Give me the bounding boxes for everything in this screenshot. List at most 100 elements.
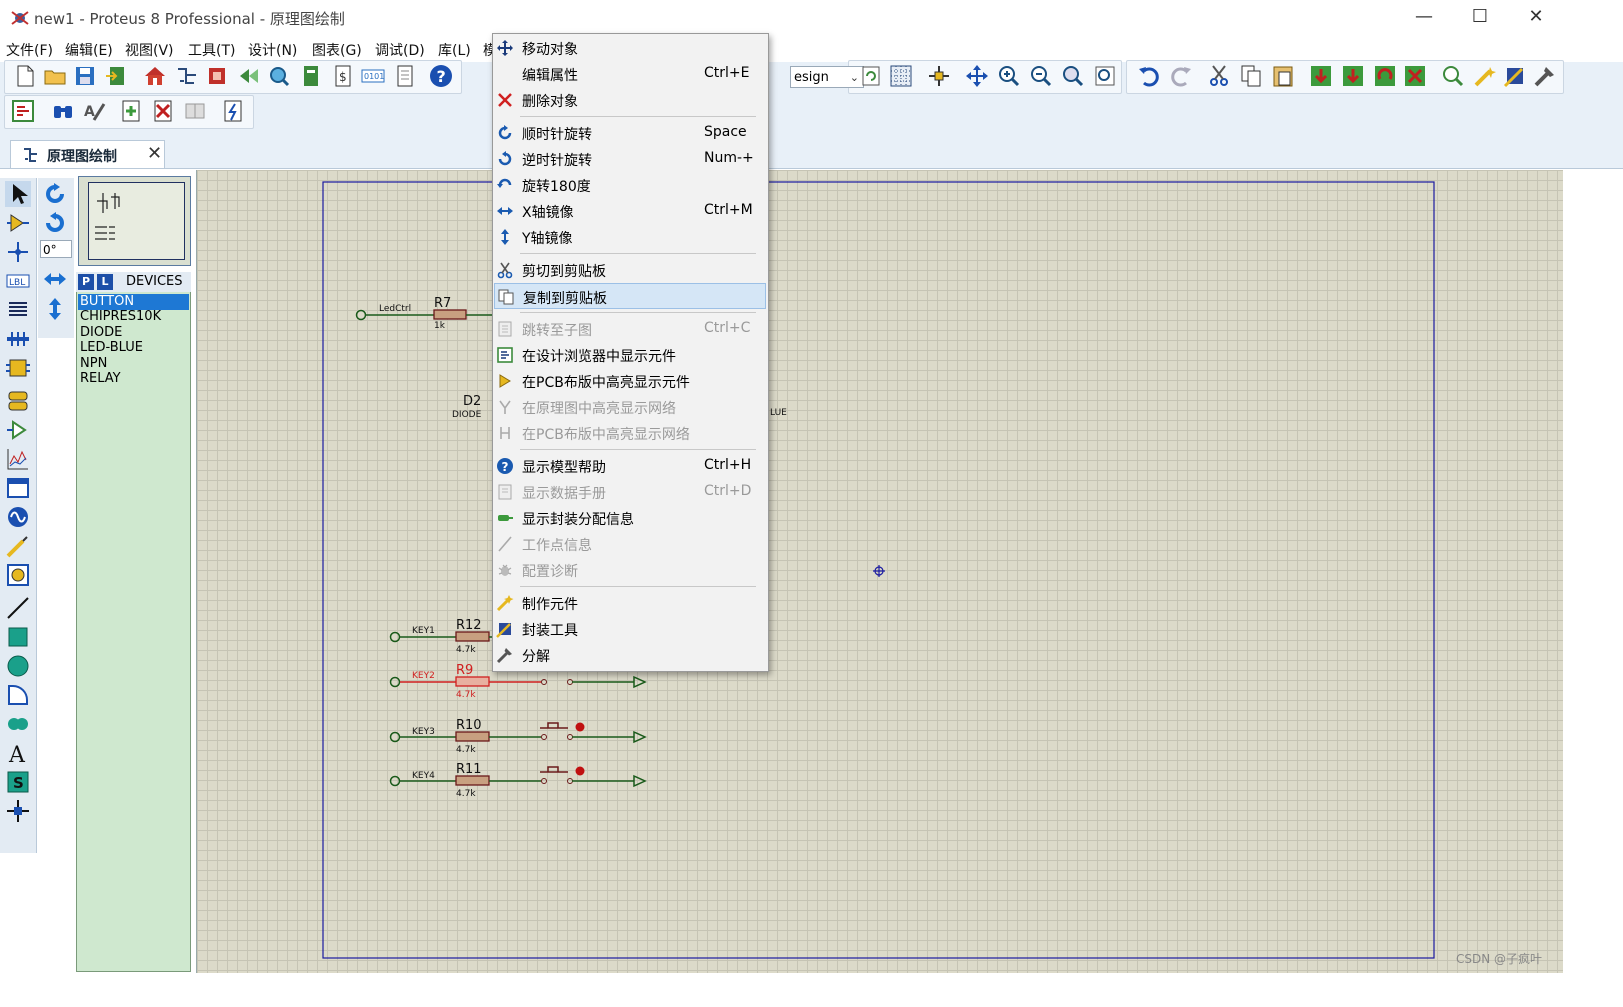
tab-close-icon[interactable]: ✕: [147, 143, 162, 164]
zoom-all-icon[interactable]: [1060, 63, 1086, 89]
make-device-toolbar-icon[interactable]: [1472, 63, 1498, 89]
design-mode-select[interactable]: esign ⌄: [790, 66, 864, 88]
ctx-packaging-tool[interactable]: 封装工具: [494, 616, 766, 642]
block-delete-icon[interactable]: [1402, 63, 1428, 89]
gerber-icon[interactable]: [298, 63, 324, 89]
tab-schematic-capture[interactable]: 原理图绘制 ✕: [10, 140, 165, 168]
schematic-drawing[interactable]: LedCtrl R7 1k D2 DIODE LUE KEY1 R12 4.7k…: [196, 170, 1563, 973]
ctx-rotate-anticlockwise[interactable]: 逆时针旋转 Num-+: [494, 146, 766, 172]
pick-device-icon[interactable]: [1440, 63, 1466, 89]
ctx-rotate-clockwise[interactable]: 顺时针旋转 Space: [494, 120, 766, 146]
schematic-icon[interactable]: [174, 63, 200, 89]
source-code-icon[interactable]: 0101: [360, 63, 386, 89]
box-2d-icon[interactable]: [5, 624, 31, 650]
tape-recorder-icon[interactable]: [5, 475, 31, 501]
bus-icon[interactable]: [5, 326, 31, 352]
device-item[interactable]: BUTTON: [78, 294, 189, 310]
graph-mode-icon[interactable]: [5, 446, 31, 472]
redo-icon[interactable]: [1168, 63, 1194, 89]
refresh-icon[interactable]: [858, 63, 884, 89]
mirror-vertical-icon[interactable]: [42, 296, 68, 322]
notes-icon[interactable]: [392, 63, 418, 89]
circle-2d-icon[interactable]: [5, 653, 31, 679]
remove-sheet-icon[interactable]: [150, 98, 176, 124]
design-explorer-toolbar-icon[interactable]: [10, 98, 36, 124]
home-icon[interactable]: [142, 63, 168, 89]
device-item[interactable]: DIODE: [78, 325, 189, 341]
ctx-show-in-design-explorer[interactable]: 在设计浏览器中显示元件: [494, 342, 766, 368]
minimize-button[interactable]: —: [1396, 0, 1452, 36]
grid-toggle-icon[interactable]: [888, 63, 914, 89]
import-icon[interactable]: [104, 63, 130, 89]
block-move-icon[interactable]: [1340, 63, 1366, 89]
property-tool-icon[interactable]: A: [82, 98, 108, 124]
zoom-in-icon[interactable]: [996, 63, 1022, 89]
text-script-icon[interactable]: [5, 297, 31, 323]
paste-icon[interactable]: [1270, 63, 1296, 89]
ctx-highlight-net-pcb[interactable]: 在PCB布版中高亮显示网络: [494, 420, 766, 446]
wire-label-icon[interactable]: LBL: [5, 268, 31, 294]
virtual-instruments-icon[interactable]: [5, 562, 31, 588]
device-item[interactable]: RELAY: [78, 371, 189, 387]
ctx-rotate-180[interactable]: 旋转180度: [494, 172, 766, 198]
new-sheet-icon[interactable]: [118, 98, 144, 124]
terminals-mode-icon[interactable]: [5, 388, 31, 414]
ctx-show-package-info[interactable]: 显示封装分配信息: [494, 505, 766, 531]
menu-tools[interactable]: 工具(T): [188, 40, 235, 60]
device-item[interactable]: NPN: [78, 356, 189, 372]
block-copy-icon[interactable]: [1308, 63, 1334, 89]
junction-dot-icon[interactable]: [5, 239, 31, 265]
exit-to-parent-icon[interactable]: [182, 98, 208, 124]
copy-toolbar-icon[interactable]: [1238, 63, 1264, 89]
ctx-mirror-x[interactable]: X轴镜像 Ctrl+M: [494, 198, 766, 224]
ctx-highlight-net-schematic[interactable]: 在原理图中高亮显示网络: [494, 394, 766, 420]
rotate-clockwise-icon[interactable]: [42, 182, 68, 208]
path-2d-icon[interactable]: [5, 711, 31, 737]
arc-2d-icon[interactable]: [5, 682, 31, 708]
symbol-2d-icon[interactable]: S: [5, 769, 31, 795]
simulation-icon[interactable]: [236, 63, 262, 89]
ctx-goto-child-sheet[interactable]: 跳转至子图 Ctrl+C: [494, 316, 766, 342]
save-icon[interactable]: [72, 63, 98, 89]
ctx-copy-to-clipboard[interactable]: 复制到剪贴板: [494, 283, 766, 309]
ctx-mirror-y[interactable]: Y轴镜像: [494, 224, 766, 250]
help-toolbar-icon[interactable]: ?: [428, 63, 454, 89]
menu-edit[interactable]: 编辑(E): [65, 40, 113, 60]
ctx-operating-point-info[interactable]: 工作点信息: [494, 531, 766, 557]
menu-graph[interactable]: 图表(G): [312, 40, 362, 60]
3d-viewer-icon[interactable]: [266, 63, 292, 89]
ctx-move-object[interactable]: 移动对象: [494, 35, 766, 61]
device-item[interactable]: LED-BLUE: [78, 340, 189, 356]
zoom-out-icon[interactable]: [1028, 63, 1054, 89]
packaging-toolbar-icon[interactable]: [1502, 63, 1528, 89]
cut-icon[interactable]: [1206, 63, 1232, 89]
rotation-angle-field[interactable]: 0°: [40, 240, 72, 258]
menu-library[interactable]: 库(L): [438, 40, 471, 60]
pcb-layout-icon[interactable]: [204, 63, 230, 89]
library-manager-button[interactable]: L: [97, 274, 113, 290]
text-2d-icon[interactable]: A: [5, 740, 31, 766]
ctx-delete-object[interactable]: 删除对象: [494, 87, 766, 113]
device-item[interactable]: CHIPRES10K: [78, 309, 189, 325]
ctx-edit-properties[interactable]: 编辑属性 Ctrl+E: [494, 61, 766, 87]
subcircuit-icon[interactable]: [5, 355, 31, 381]
mirror-horizontal-icon[interactable]: [42, 266, 68, 292]
zoom-area-icon[interactable]: [1092, 63, 1118, 89]
close-window-button[interactable]: ✕: [1508, 0, 1564, 36]
origin-icon[interactable]: [926, 63, 952, 89]
menu-debug[interactable]: 调试(D): [375, 40, 425, 60]
menu-design[interactable]: 设计(N): [248, 40, 297, 60]
selection-mode-icon[interactable]: [5, 181, 31, 207]
ctx-config-diagnostics[interactable]: 配置诊断: [494, 557, 766, 583]
ctx-make-device[interactable]: 制作元件: [494, 590, 766, 616]
decompose-toolbar-icon[interactable]: [1532, 63, 1558, 89]
electrical-rule-check-icon[interactable]: [220, 98, 246, 124]
undo-icon[interactable]: [1136, 63, 1162, 89]
ctx-highlight-in-pcb[interactable]: 在PCB布版中高亮显示元件: [494, 368, 766, 394]
menu-file[interactable]: 文件(F): [6, 40, 53, 60]
ctx-show-model-help[interactable]: ? 显示模型帮助 Ctrl+H: [494, 453, 766, 479]
line-2d-icon[interactable]: [5, 595, 31, 621]
menu-view[interactable]: 视图(V): [125, 40, 174, 60]
ctx-cut-to-clipboard[interactable]: 剪切到剪贴板: [494, 257, 766, 283]
pick-devices-button[interactable]: P: [78, 274, 94, 290]
